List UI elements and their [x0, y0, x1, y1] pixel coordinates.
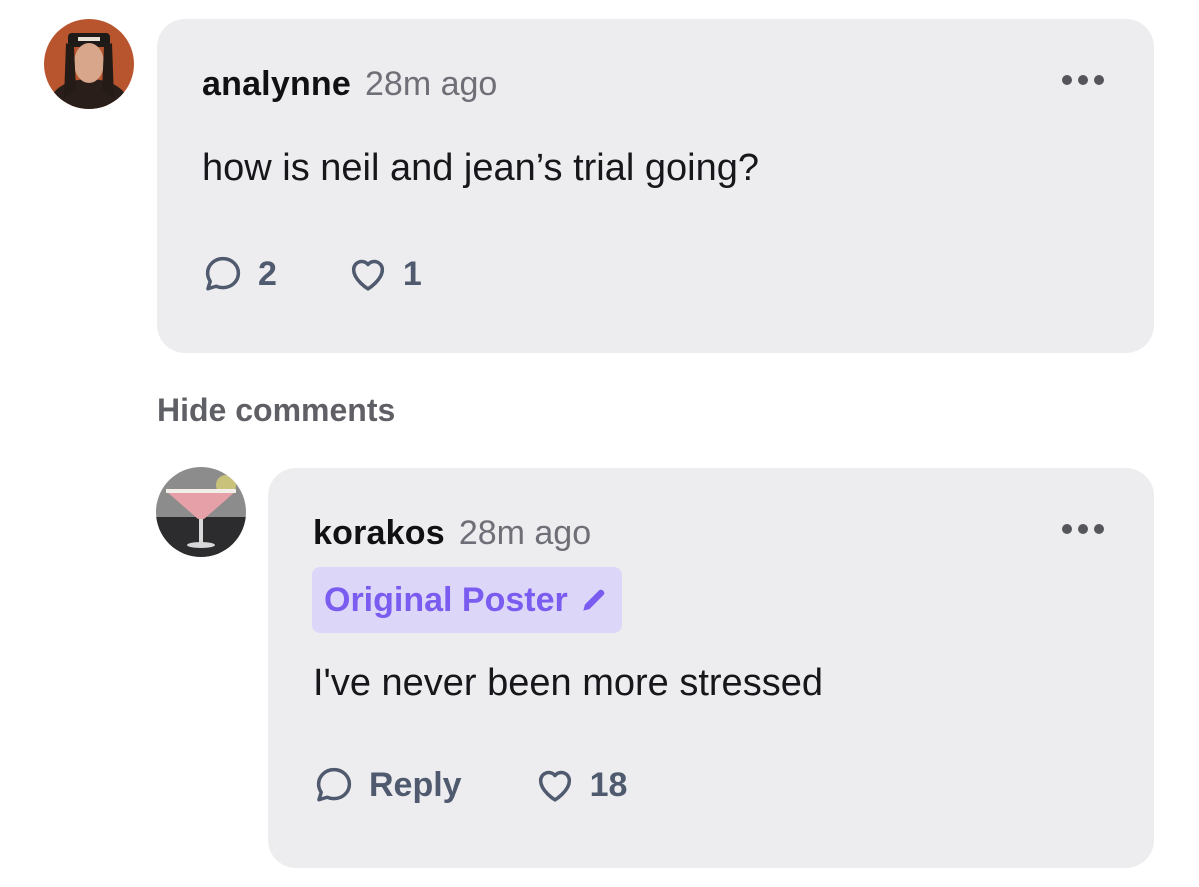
username[interactable]: korakos — [313, 514, 445, 553]
replies-button[interactable]: 2 — [202, 253, 277, 295]
comment-actions: 2 1 — [202, 253, 422, 295]
avatar[interactable] — [156, 467, 246, 557]
speech-bubble-icon — [205, 256, 241, 291]
username[interactable]: analynne — [202, 65, 351, 104]
comment-card: analynne 28m ago how is neil and jean’s … — [157, 19, 1154, 353]
reply-count: 2 — [258, 254, 277, 293]
hide-comments-link[interactable]: Hide comments — [157, 392, 395, 429]
more-options-button[interactable] — [1062, 524, 1104, 534]
like-button[interactable]: 18 — [534, 764, 628, 806]
like-count: 1 — [402, 254, 422, 293]
dot-icon — [1062, 75, 1072, 85]
dot-icon — [1078, 75, 1088, 85]
reply-header: korakos 28m ago — [313, 514, 591, 553]
comment-header: analynne 28m ago — [202, 65, 497, 104]
reply-label: Reply — [369, 765, 462, 804]
dot-icon — [1078, 524, 1088, 534]
dot-icon — [1094, 524, 1104, 534]
profile-photo-icon — [44, 19, 134, 109]
original-poster-badge: Original Poster — [312, 567, 622, 633]
badge-label: Original Poster — [324, 580, 568, 619]
cocktail-photo-icon — [156, 467, 246, 557]
reply-actions: Reply 18 — [313, 764, 627, 806]
avatar[interactable] — [44, 19, 134, 109]
reply-text: I've never been more stressed — [313, 662, 823, 704]
reply-card: korakos 28m ago Original Poster I've nev… — [268, 468, 1154, 868]
dot-icon — [1062, 524, 1072, 534]
heart-icon — [351, 259, 385, 291]
like-count: 18 — [589, 765, 628, 804]
comment-text: how is neil and jean’s trial going? — [202, 147, 759, 189]
more-options-button[interactable] — [1062, 75, 1104, 85]
like-button[interactable]: 1 — [347, 253, 422, 295]
timestamp: 28m ago — [458, 514, 592, 552]
speech-bubble-icon — [316, 767, 352, 802]
pencil-icon — [583, 589, 605, 611]
heart-icon — [538, 770, 571, 802]
reply-button[interactable]: Reply — [313, 764, 462, 806]
dot-icon — [1094, 75, 1104, 85]
timestamp: 28m ago — [365, 65, 498, 103]
